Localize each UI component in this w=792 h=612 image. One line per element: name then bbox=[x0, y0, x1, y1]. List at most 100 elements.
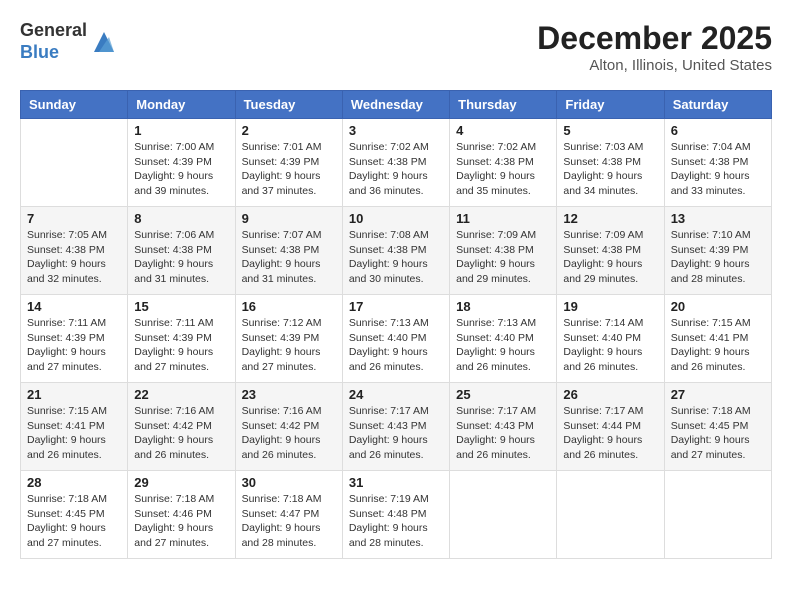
calendar-cell: 27 Sunrise: 7:18 AMSunset: 4:45 PMDayligh… bbox=[664, 383, 771, 471]
calendar-cell: 2Sunrise: 7:01 AMSunset: 4:39 PMDaylight… bbox=[235, 119, 342, 207]
day-info: Sunrise: 7:16 AMSunset: 4:42 PMDaylight:… bbox=[134, 404, 228, 463]
calendar-cell: 31 Sunrise: 7:19 AMSunset: 4:48 PMDayligh… bbox=[342, 471, 449, 559]
day-info: Sunrise: 7:10 AMSunset: 4:39 PMDaylight:… bbox=[671, 228, 765, 287]
day-number: 5 bbox=[563, 123, 657, 138]
day-number: 3 bbox=[349, 123, 443, 138]
calendar-week-5: 28 Sunrise: 7:18 AMSunset: 4:45 PMDayligh… bbox=[21, 471, 772, 559]
day-number: 14 bbox=[27, 299, 121, 314]
day-info: Sunrise: 7:11 AMSunset: 4:39 PMDaylight:… bbox=[134, 316, 228, 375]
day-number: 17 bbox=[349, 299, 443, 314]
day-number: 27 bbox=[671, 387, 765, 402]
day-info: Sunrise: 7:02 AMSunset: 4:38 PMDaylight:… bbox=[349, 140, 443, 199]
weekday-header-row: SundayMondayTuesdayWednesdayThursdayFrid… bbox=[21, 91, 772, 119]
day-info: Sunrise: 7:07 AMSunset: 4:38 PMDaylight:… bbox=[242, 228, 336, 287]
calendar-cell bbox=[664, 471, 771, 559]
calendar-cell: 16 Sunrise: 7:12 AMSunset: 4:39 PMDayligh… bbox=[235, 295, 342, 383]
calendar-week-3: 14 Sunrise: 7:11 AMSunset: 4:39 PMDayligh… bbox=[21, 295, 772, 383]
day-info: Sunrise: 7:00 AMSunset: 4:39 PMDaylight:… bbox=[134, 140, 228, 199]
day-number: 15 bbox=[134, 299, 228, 314]
day-info: Sunrise: 7:15 AMSunset: 4:41 PMDaylight:… bbox=[671, 316, 765, 375]
calendar-cell: 3 Sunrise: 7:02 AMSunset: 4:38 PMDaylight… bbox=[342, 119, 449, 207]
day-number: 20 bbox=[671, 299, 765, 314]
calendar-cell: 19 Sunrise: 7:14 AMSunset: 4:40 PMDayligh… bbox=[557, 295, 664, 383]
calendar-cell: 11Sunrise: 7:09 AMSunset: 4:38 PMDayligh… bbox=[450, 207, 557, 295]
day-number: 12 bbox=[563, 211, 657, 226]
calendar-cell: 7 Sunrise: 7:05 AMSunset: 4:38 PMDaylight… bbox=[21, 207, 128, 295]
day-number: 4 bbox=[456, 123, 550, 138]
weekday-header-saturday: Saturday bbox=[664, 91, 771, 119]
calendar-cell bbox=[557, 471, 664, 559]
calendar-cell: 6Sunrise: 7:04 AMSunset: 4:38 PMDaylight… bbox=[664, 119, 771, 207]
day-info: Sunrise: 7:03 AMSunset: 4:38 PMDaylight:… bbox=[563, 140, 657, 199]
day-info: Sunrise: 7:15 AMSunset: 4:41 PMDaylight:… bbox=[27, 404, 121, 463]
day-number: 25 bbox=[456, 387, 550, 402]
day-number: 16 bbox=[242, 299, 336, 314]
day-number: 7 bbox=[27, 211, 121, 226]
calendar-cell: 26 Sunrise: 7:17 AMSunset: 4:44 PMDayligh… bbox=[557, 383, 664, 471]
day-number: 19 bbox=[563, 299, 657, 314]
day-info: Sunrise: 7:16 AMSunset: 4:42 PMDaylight:… bbox=[242, 404, 336, 463]
day-info: Sunrise: 7:12 AMSunset: 4:39 PMDaylight:… bbox=[242, 316, 336, 375]
day-number: 1 bbox=[134, 123, 228, 138]
weekday-header-tuesday: Tuesday bbox=[235, 91, 342, 119]
calendar-cell: 13 Sunrise: 7:10 AMSunset: 4:39 PMDayligh… bbox=[664, 207, 771, 295]
day-info: Sunrise: 7:13 AMSunset: 4:40 PMDaylight:… bbox=[456, 316, 550, 375]
calendar-cell: 30 Sunrise: 7:18 AMSunset: 4:47 PMDayligh… bbox=[235, 471, 342, 559]
calendar-cell: 9Sunrise: 7:07 AMSunset: 4:38 PMDaylight… bbox=[235, 207, 342, 295]
day-number: 26 bbox=[563, 387, 657, 402]
day-info: Sunrise: 7:18 AMSunset: 4:47 PMDaylight:… bbox=[242, 492, 336, 551]
day-info: Sunrise: 7:17 AMSunset: 4:43 PMDaylight:… bbox=[456, 404, 550, 463]
day-number: 22 bbox=[134, 387, 228, 402]
page-header: General Blue December 2025 Alton, Illino… bbox=[20, 20, 772, 74]
day-info: Sunrise: 7:13 AMSunset: 4:40 PMDaylight:… bbox=[349, 316, 443, 375]
calendar-cell: 24 Sunrise: 7:17 AMSunset: 4:43 PMDayligh… bbox=[342, 383, 449, 471]
calendar-cell: 12 Sunrise: 7:09 AMSunset: 4:38 PMDayligh… bbox=[557, 207, 664, 295]
title-area: December 2025 Alton, Illinois, United St… bbox=[537, 20, 772, 74]
calendar-cell: 14Sunrise: 7:11 AMSunset: 4:39 PMDayligh… bbox=[21, 295, 128, 383]
day-info: Sunrise: 7:09 AMSunset: 4:38 PMDaylight:… bbox=[563, 228, 657, 287]
day-info: Sunrise: 7:18 AMSunset: 4:45 PMDaylight:… bbox=[27, 492, 121, 551]
calendar-cell: 18 Sunrise: 7:13 AMSunset: 4:40 PMDayligh… bbox=[450, 295, 557, 383]
calendar-cell: 1 Sunrise: 7:00 AMSunset: 4:39 PMDaylight… bbox=[128, 119, 235, 207]
day-info: Sunrise: 7:01 AMSunset: 4:39 PMDaylight:… bbox=[242, 140, 336, 199]
logo-blue: Blue bbox=[20, 42, 59, 62]
weekday-header-thursday: Thursday bbox=[450, 91, 557, 119]
calendar-cell: 20 Sunrise: 7:15 AMSunset: 4:41 PMDayligh… bbox=[664, 295, 771, 383]
day-number: 21 bbox=[27, 387, 121, 402]
logo-icon bbox=[89, 27, 119, 57]
day-number: 29 bbox=[134, 475, 228, 490]
day-number: 31 bbox=[349, 475, 443, 490]
calendar-cell: 25 Sunrise: 7:17 AMSunset: 4:43 PMDayligh… bbox=[450, 383, 557, 471]
logo-text: General Blue bbox=[20, 20, 87, 63]
day-number: 24 bbox=[349, 387, 443, 402]
calendar-cell: 21 Sunrise: 7:15 AMSunset: 4:41 PMDayligh… bbox=[21, 383, 128, 471]
day-number: 18 bbox=[456, 299, 550, 314]
calendar-cell: 17 Sunrise: 7:13 AMSunset: 4:40 PMDayligh… bbox=[342, 295, 449, 383]
calendar-cell: 10Sunrise: 7:08 AMSunset: 4:38 PMDayligh… bbox=[342, 207, 449, 295]
day-info: Sunrise: 7:17 AMSunset: 4:43 PMDaylight:… bbox=[349, 404, 443, 463]
calendar-cell: 4Sunrise: 7:02 AMSunset: 4:38 PMDaylight… bbox=[450, 119, 557, 207]
logo-general: General bbox=[20, 20, 87, 42]
day-info: Sunrise: 7:14 AMSunset: 4:40 PMDaylight:… bbox=[563, 316, 657, 375]
weekday-header-friday: Friday bbox=[557, 91, 664, 119]
weekday-header-wednesday: Wednesday bbox=[342, 91, 449, 119]
weekday-header-monday: Monday bbox=[128, 91, 235, 119]
day-info: Sunrise: 7:18 AMSunset: 4:46 PMDaylight:… bbox=[134, 492, 228, 551]
calendar-cell: 29 Sunrise: 7:18 AMSunset: 4:46 PMDayligh… bbox=[128, 471, 235, 559]
calendar-cell: 22 Sunrise: 7:16 AMSunset: 4:42 PMDayligh… bbox=[128, 383, 235, 471]
day-number: 8 bbox=[134, 211, 228, 226]
day-number: 28 bbox=[27, 475, 121, 490]
calendar-cell bbox=[450, 471, 557, 559]
day-info: Sunrise: 7:19 AMSunset: 4:48 PMDaylight:… bbox=[349, 492, 443, 551]
calendar-cell: 23Sunrise: 7:16 AMSunset: 4:42 PMDayligh… bbox=[235, 383, 342, 471]
day-number: 13 bbox=[671, 211, 765, 226]
day-info: Sunrise: 7:18 AMSunset: 4:45 PMDaylight:… bbox=[671, 404, 765, 463]
day-number: 30 bbox=[242, 475, 336, 490]
weekday-header-sunday: Sunday bbox=[21, 91, 128, 119]
day-info: Sunrise: 7:05 AMSunset: 4:38 PMDaylight:… bbox=[27, 228, 121, 287]
calendar-cell: 28 Sunrise: 7:18 AMSunset: 4:45 PMDayligh… bbox=[21, 471, 128, 559]
calendar-cell bbox=[21, 119, 128, 207]
calendar-week-1: 1 Sunrise: 7:00 AMSunset: 4:39 PMDaylight… bbox=[21, 119, 772, 207]
day-info: Sunrise: 7:17 AMSunset: 4:44 PMDaylight:… bbox=[563, 404, 657, 463]
calendar-week-4: 21 Sunrise: 7:15 AMSunset: 4:41 PMDayligh… bbox=[21, 383, 772, 471]
